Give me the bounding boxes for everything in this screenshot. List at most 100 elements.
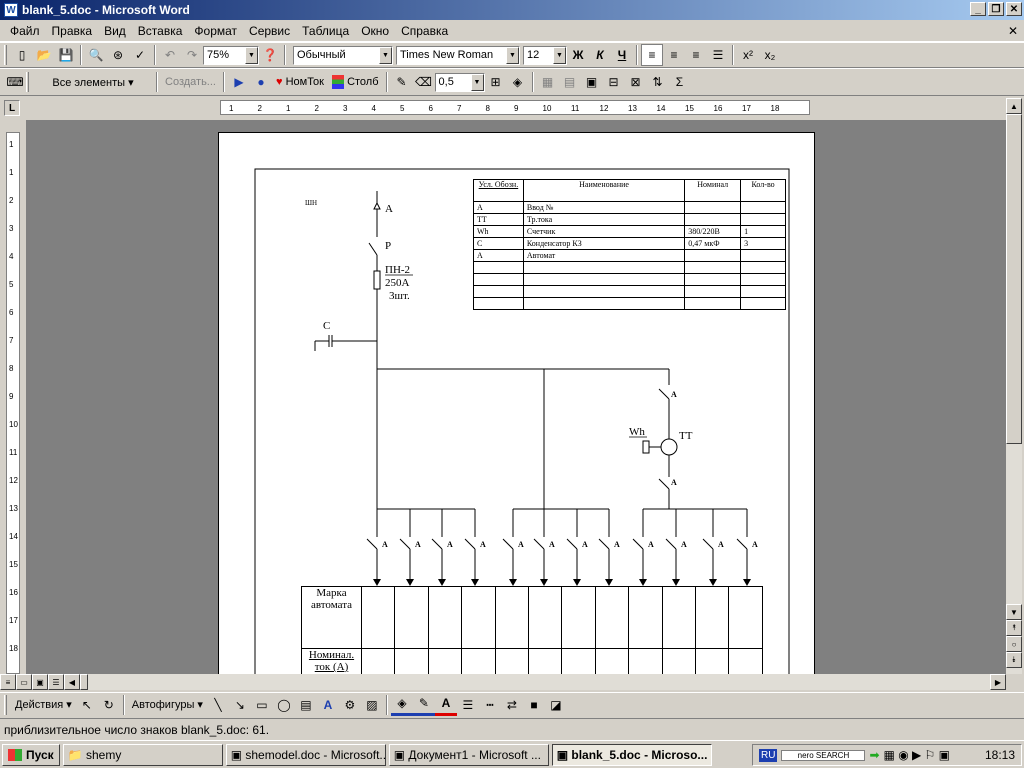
- menu-edit[interactable]: Правка: [46, 24, 99, 38]
- diagram-icon[interactable]: ⚙: [339, 694, 361, 716]
- close-button[interactable]: ✕: [1006, 2, 1022, 16]
- align-left-icon[interactable]: ≡: [641, 44, 663, 66]
- distribute-rows-icon[interactable]: ⊟: [603, 71, 625, 93]
- outline-view-icon[interactable]: ☰: [48, 674, 64, 690]
- align-center-icon[interactable]: ≡: [663, 44, 685, 66]
- sort-icon[interactable]: ⇅: [647, 71, 669, 93]
- align-right-icon[interactable]: ≡: [685, 44, 707, 66]
- font-color-icon[interactable]: A: [434, 694, 457, 716]
- arrow-style-icon[interactable]: ⇄: [501, 694, 523, 716]
- print-preview-icon[interactable]: 🔍: [85, 44, 107, 66]
- oval-icon[interactable]: ◯: [273, 694, 295, 716]
- redo-icon[interactable]: ↷: [181, 44, 203, 66]
- menu-tools[interactable]: Сервис: [243, 24, 296, 38]
- task-blank5[interactable]: ▣ blank_5.doc - Microso...: [551, 743, 712, 766]
- superscript-icon[interactable]: x²: [737, 44, 759, 66]
- save-icon[interactable]: 💾: [55, 44, 77, 66]
- tray-icons[interactable]: ▦ ◉ ▶ ⚐ ▣: [884, 748, 950, 762]
- toolbar-grip[interactable]: [26, 72, 29, 92]
- document-close-icon[interactable]: ✕: [1008, 24, 1018, 38]
- toolbar-grip[interactable]: [4, 45, 7, 65]
- go-arrow-icon[interactable]: ➡: [869, 748, 879, 762]
- menu-view[interactable]: Вид: [98, 24, 132, 38]
- wordart-icon[interactable]: A: [317, 694, 339, 716]
- line-color-icon[interactable]: ✎: [412, 694, 435, 716]
- rectangle-icon[interactable]: ▭: [251, 694, 273, 716]
- document-workspace[interactable]: ШН А Р ПН-2 250А 3шт. С А Wh ТТ А А А А …: [26, 120, 1006, 674]
- task-document1[interactable]: ▣ Документ1 - Microsoft ...: [388, 743, 549, 766]
- menu-table[interactable]: Таблица: [296, 24, 355, 38]
- menu-format[interactable]: Формат: [188, 24, 243, 38]
- scroll-right-icon[interactable]: ▶: [990, 674, 1006, 690]
- fill-color-icon[interactable]: ◈: [507, 71, 529, 93]
- distribute-cols-icon[interactable]: ⊠: [625, 71, 647, 93]
- align-cells-icon[interactable]: ▣: [581, 71, 603, 93]
- 3d-icon[interactable]: ◪: [545, 694, 567, 716]
- word-app-icon[interactable]: W: [4, 3, 18, 17]
- task-shemy[interactable]: 📁 shemy: [62, 743, 223, 766]
- split-cells-icon[interactable]: ▤: [559, 71, 581, 93]
- form-icon[interactable]: ⌨: [4, 71, 26, 93]
- menu-insert[interactable]: Вставка: [132, 24, 189, 38]
- scroll-thumb[interactable]: [1006, 114, 1022, 444]
- nomtok-button[interactable]: ♥ НомТок: [272, 71, 328, 93]
- autoshapes-dropdown[interactable]: Автофигуры ▾: [128, 694, 207, 716]
- stolb-button[interactable]: Столб: [328, 71, 383, 93]
- minimize-button[interactable]: _: [970, 2, 986, 16]
- scroll-up-icon[interactable]: ▲: [1006, 98, 1022, 114]
- spelling-icon[interactable]: ✓: [129, 44, 151, 66]
- chevron-down-icon[interactable]: ▼: [553, 46, 566, 64]
- zoom-combo[interactable]: 75% ▼: [203, 45, 259, 65]
- select-browse-icon[interactable]: ○: [1006, 636, 1022, 652]
- tab-selector[interactable]: L: [4, 100, 20, 116]
- next-page-icon[interactable]: ⯯: [1006, 652, 1022, 668]
- play-icon[interactable]: ▶: [228, 71, 250, 93]
- chevron-down-icon[interactable]: ▼: [506, 46, 519, 64]
- undo-icon[interactable]: ↶: [159, 44, 181, 66]
- italic-button[interactable]: К: [589, 44, 611, 66]
- fill-color-icon[interactable]: ◈: [390, 694, 413, 716]
- merge-cells-icon[interactable]: ▦: [537, 71, 559, 93]
- create-dropdown[interactable]: Создать...: [161, 71, 220, 93]
- prev-page-icon[interactable]: ⯭: [1006, 620, 1022, 636]
- shadow-icon[interactable]: ■: [523, 694, 545, 716]
- line-width-combo[interactable]: 0,5 ▼: [434, 72, 485, 92]
- nero-search-box[interactable]: nero SEARCH: [781, 749, 866, 761]
- hscroll-thumb[interactable]: [80, 674, 88, 690]
- underline-button[interactable]: Ч: [611, 44, 633, 66]
- arrow-icon[interactable]: ↘: [229, 694, 251, 716]
- scroll-left-icon[interactable]: ◀: [64, 674, 80, 690]
- all-elements-dropdown[interactable]: Все элементы ▾: [33, 71, 153, 93]
- horizontal-ruler[interactable]: 1 2 1 2 3 4 5 6 7 8 9 10 11 12 13 14 15 16 17 18: [220, 100, 810, 115]
- textbox-icon[interactable]: ▤: [295, 694, 317, 716]
- web-view-icon[interactable]: ▭: [16, 674, 32, 690]
- start-button[interactable]: Пуск: [2, 743, 60, 766]
- font-combo[interactable]: Times New Roman ▼: [396, 45, 520, 65]
- print-view-icon[interactable]: ▣: [32, 674, 48, 690]
- line-icon[interactable]: ╲: [207, 694, 229, 716]
- maximize-button[interactable]: ❐: [988, 2, 1004, 16]
- chevron-down-icon[interactable]: ▼: [245, 46, 258, 64]
- open-folder-icon[interactable]: 📂: [33, 44, 55, 66]
- bullets-icon[interactable]: ☰: [707, 44, 729, 66]
- menu-help[interactable]: Справка: [395, 24, 454, 38]
- style-combo[interactable]: Обычный ▼: [293, 45, 393, 65]
- vertical-ruler[interactable]: 1 1 2 3 4 5 6 7 8 9 10 11 12 13 14 15 16 17 18: [6, 132, 20, 674]
- menu-window[interactable]: Окно: [355, 24, 395, 38]
- chevron-down-icon[interactable]: ▼: [470, 73, 484, 91]
- vertical-scrollbar[interactable]: ▲ ▼ ⯭ ○ ⯯: [1006, 98, 1022, 674]
- eraser-icon[interactable]: ⌫: [413, 71, 435, 93]
- task-shemodel[interactable]: ▣ shemodel.doc - Microsoft...: [225, 743, 386, 766]
- dash-style-icon[interactable]: ┅: [479, 694, 501, 716]
- bold-button[interactable]: Ж: [567, 44, 589, 66]
- font-size-combo[interactable]: 12 ▼: [523, 45, 567, 65]
- subscript-icon[interactable]: x₂: [759, 44, 781, 66]
- menu-file[interactable]: Файл: [4, 24, 46, 38]
- rotate-icon[interactable]: ↻: [98, 694, 120, 716]
- line-style-icon[interactable]: ☰: [457, 694, 479, 716]
- record-icon[interactable]: ●: [250, 71, 272, 93]
- actions-dropdown[interactable]: Действия ▾: [11, 694, 76, 716]
- chevron-down-icon[interactable]: ▼: [379, 46, 392, 64]
- select-pointer-icon[interactable]: ↖: [76, 694, 98, 716]
- document-page[interactable]: ШН А Р ПН-2 250А 3шт. С А Wh ТТ А А А А …: [218, 132, 815, 674]
